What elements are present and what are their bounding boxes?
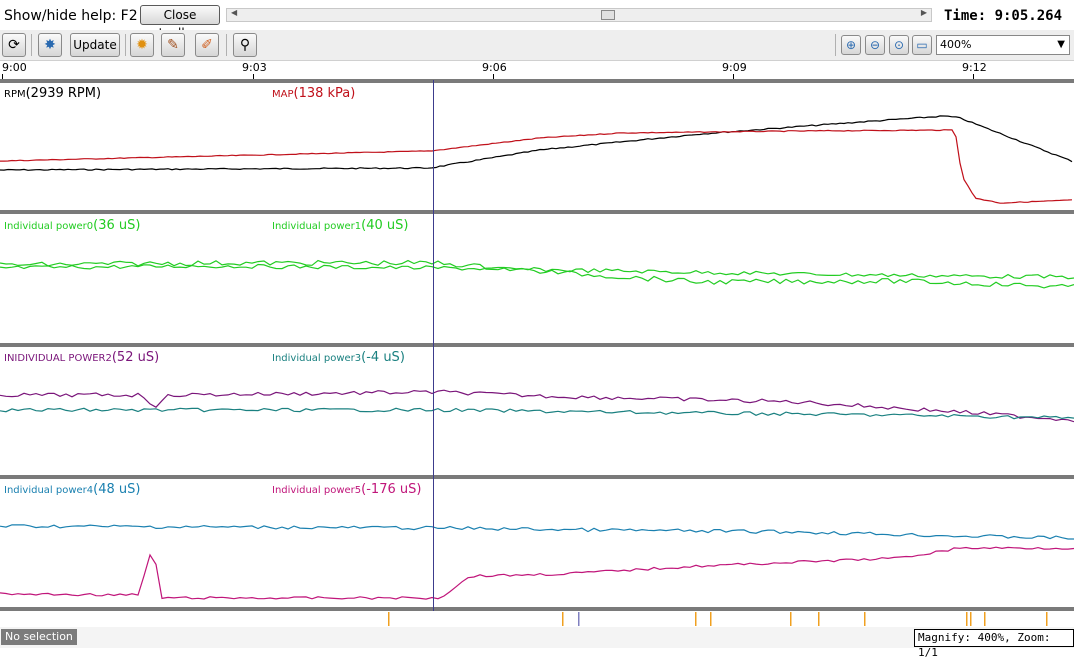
event-marker[interactable] (562, 612, 564, 626)
channel-value: (40 uS) (361, 218, 409, 233)
channel-label-rpm: RPM(2939 RPM) (4, 86, 101, 101)
channel-label-power1: Individual power1(40 uS) (272, 218, 408, 233)
channel-value: (-4 uS) (361, 350, 405, 365)
channel-label-power2: INIDIVIDUAL POWER2(52 uS) (4, 350, 159, 365)
channel-name: Individual power5 (272, 485, 362, 496)
channel-label-map: MAP(138 kPa) (272, 86, 355, 101)
event-markers[interactable] (0, 612, 1074, 626)
event-marker[interactable] (966, 612, 968, 626)
channel-label-power4: Individual power4(48 uS) (4, 482, 140, 497)
event-marker[interactable] (818, 612, 820, 626)
channel-name: Individual power4 (4, 485, 94, 496)
map-series (0, 129, 1073, 204)
time-cursor[interactable] (433, 80, 434, 611)
channel-value: (52 uS) (111, 350, 160, 365)
channel-name: MAP (272, 89, 294, 100)
channel-name: RPM (4, 89, 26, 100)
log-plots[interactable] (0, 0, 1074, 648)
channel-value: (36 uS) (93, 218, 141, 233)
rpm-series (0, 115, 1073, 171)
event-marker[interactable] (970, 612, 972, 626)
channel-value: (138 kPa) (293, 86, 356, 101)
power5-series (0, 546, 1074, 600)
event-marker[interactable] (984, 612, 986, 626)
power2-series (0, 389, 1074, 423)
channel-label-power5: Individual power5(-176 uS) (272, 482, 421, 497)
channel-name: INIDIVIDUAL POWER2 (4, 353, 112, 364)
event-marker[interactable] (578, 612, 580, 626)
magnify-status: Magnify: 400%, Zoom: 1/1 (914, 629, 1074, 659)
power4-series (0, 524, 1074, 540)
status-bar (0, 627, 1074, 648)
event-marker[interactable] (790, 612, 792, 626)
channel-label-power3: Individual power3(-4 uS) (272, 350, 405, 365)
selection-status: No selection (1, 629, 77, 645)
channel-name: Individual power3 (272, 353, 362, 364)
channel-value: (-176 uS) (361, 482, 422, 497)
channel-value: (2939 RPM) (25, 86, 102, 101)
event-marker[interactable] (388, 612, 390, 626)
event-marker[interactable] (1046, 612, 1048, 626)
channel-label-power0: Individual power0(36 uS) (4, 218, 140, 233)
channel-name: Individual power1 (272, 221, 362, 232)
event-marker[interactable] (710, 612, 712, 626)
event-marker[interactable] (864, 612, 866, 626)
event-marker[interactable] (695, 612, 697, 626)
channel-name: Individual power0 (4, 221, 94, 232)
channel-value: (48 uS) (93, 482, 141, 497)
